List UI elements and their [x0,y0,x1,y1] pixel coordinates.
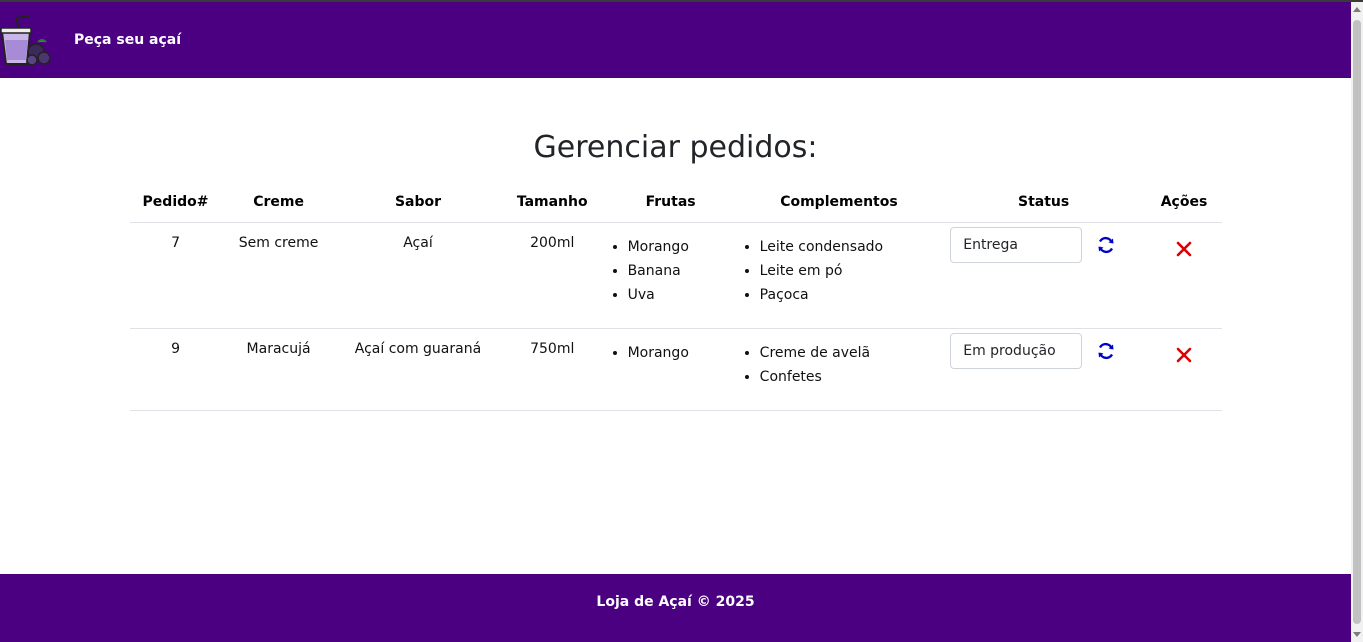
cell-tamanho: 750ml [499,328,605,411]
list-item: Leite em pó [760,259,941,283]
status-control [942,227,1145,263]
column-header-acoes: Ações [1146,182,1222,223]
cell-creme: Sem creme [221,222,337,329]
list-item: Morango [628,235,736,259]
cell-complementos: Creme de avelã Confetes [736,328,942,411]
main-content: Gerenciar pedidos: Pedido# Creme Sabor T… [0,78,1351,574]
cell-status [941,328,1147,411]
vertical-scrollbar[interactable] [1351,2,1363,642]
column-header-sabor: Sabor [336,182,500,223]
column-header-creme: Creme [221,182,337,223]
cell-status [941,222,1147,329]
status-control [942,333,1145,369]
list-item: Creme de avelã [760,341,941,365]
status-input[interactable] [950,227,1083,263]
list-item: Morango [628,341,736,365]
scroll-down-icon[interactable] [1353,632,1361,637]
refresh-icon[interactable] [1096,341,1116,361]
list-item: Paçoca [760,283,941,307]
cell-sabor: Açaí [336,222,500,329]
complementos-list: Creme de avelã Confetes [738,341,941,389]
cell-pedido: 9 [130,328,222,411]
column-header-tamanho: Tamanho [499,182,605,223]
cell-sabor: Açaí com guaraná [336,328,500,411]
complementos-list: Leite condensado Leite em pó Paçoca [738,235,941,307]
close-icon[interactable] [1175,346,1193,364]
scroll-up-icon[interactable] [1353,7,1361,12]
footer-text: Loja de Açaí © 2025 [596,594,755,610]
frutas-list: Morango [606,341,736,365]
column-header-status: Status [941,182,1147,223]
list-item: Banana [628,259,736,283]
close-icon[interactable] [1175,240,1193,258]
cell-pedido: 7 [130,222,222,329]
orders-table: Pedido# Creme Sabor Tamanho Frutas Compl… [130,182,1222,411]
cell-tamanho: 200ml [499,222,605,329]
list-item: Confetes [760,365,941,389]
cell-creme: Maracujá [221,328,337,411]
cell-acoes [1146,328,1222,411]
cell-complementos: Leite condensado Leite em pó Paçoca [736,222,942,329]
cell-frutas: Morango [604,328,737,411]
table-row: 7 Sem creme Açaí 200ml Morango Banana Uv… [130,222,1222,329]
cell-frutas: Morango Banana Uva [604,222,737,329]
table-header-row: Pedido# Creme Sabor Tamanho Frutas Compl… [130,182,1222,223]
column-header-frutas: Frutas [604,182,737,223]
column-header-complementos: Complementos [736,182,942,223]
frutas-list: Morango Banana Uva [606,235,736,307]
navbar: Peça seu açaí [0,2,1351,78]
status-input[interactable] [950,333,1083,369]
brand-title[interactable]: Peça seu açaí [74,32,181,48]
cell-acoes [1146,222,1222,329]
list-item: Uva [628,283,736,307]
table-row: 9 Maracujá Açaí com guaraná 750ml Morang… [130,328,1222,411]
list-item: Leite condensado [760,235,941,259]
footer: Loja de Açaí © 2025 [0,574,1351,642]
refresh-icon[interactable] [1096,235,1116,255]
page-title: Gerenciar pedidos: [533,130,818,165]
column-header-pedido: Pedido# [130,182,222,223]
scrollbar-thumb[interactable] [1353,20,1361,624]
acai-cup-logo-icon [0,15,51,66]
